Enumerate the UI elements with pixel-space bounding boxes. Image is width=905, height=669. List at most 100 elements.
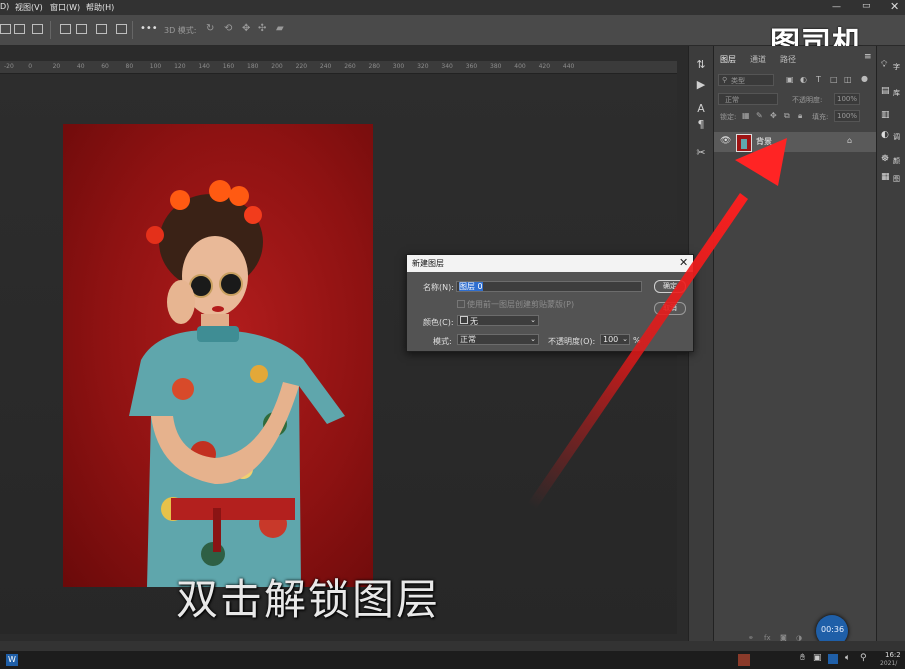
tray-app-icon[interactable]	[738, 654, 750, 666]
windows-taskbar: W ✋︎ ▣ 🔈︎ ⚲ 16:2 2021/	[0, 651, 905, 669]
right-panel-item-color[interactable]: 颜	[893, 156, 900, 166]
menu-item-help[interactable]: 帮助(H)	[86, 2, 114, 13]
filter-smart-icon[interactable]: ◫	[844, 75, 852, 84]
tab-paths[interactable]: 路径	[780, 54, 796, 65]
visibility-eye-icon[interactable]: 👁︎	[720, 136, 731, 146]
horizontal-ruler[interactable]: -20 0 20 40 60 80 100 120 140 160 180 200 220 240 260 2…	[0, 61, 677, 74]
network-icon[interactable]: ⚲	[860, 653, 867, 663]
3d-scale-icon[interactable]: ▰	[276, 23, 284, 34]
ruler-tick-label: 280	[368, 63, 380, 70]
adjustments-icon[interactable]: ▥	[881, 110, 890, 120]
distribute-horizontal-icon[interactable]	[116, 24, 127, 34]
filter-type-icon[interactable]: T	[816, 75, 821, 84]
layer-row-background[interactable]: 👁︎ 背景 ⌂	[714, 132, 876, 152]
close-window-icon[interactable]: ✕	[890, 0, 899, 13]
tray-word-icon[interactable]	[828, 654, 838, 664]
align-right-icon[interactable]	[32, 24, 43, 34]
search-icon: ⚲	[722, 76, 728, 84]
opacity-input[interactable]: 100 ⌄	[600, 334, 630, 345]
tab-channels[interactable]: 通道	[750, 54, 766, 65]
layer-lock-icon[interactable]: ⌂	[847, 136, 852, 145]
lock-image-icon[interactable]: ✎	[756, 111, 763, 120]
clock-time: 16:2	[885, 651, 901, 659]
lock-position-icon[interactable]: ✥	[770, 111, 777, 120]
3d-rotate-icon[interactable]: ↻	[206, 23, 214, 34]
more-options-icon[interactable]: •••	[140, 23, 158, 34]
actions-play-icon[interactable]: ▶	[694, 78, 708, 91]
filter-toggle-icon[interactable]: ●	[861, 74, 868, 83]
new-layer-dialog: 新建图层 ✕ 名称(N): 图层 0 使用前一图层创建剪贴蒙版(P) 颜色(C)…	[406, 254, 694, 352]
chevron-down-icon: ⌄	[530, 335, 536, 343]
adjust-contrast-icon[interactable]: ◐	[881, 130, 889, 140]
right-panel-item-swatch[interactable]: 图	[893, 174, 900, 184]
opacity-field[interactable]: 100%	[834, 93, 860, 105]
ruler-tick-label: 60	[101, 63, 109, 70]
lock-transparent-icon[interactable]: ▦	[742, 111, 750, 120]
menu-item-view[interactable]: 视图(V)	[15, 2, 43, 13]
ruler-tick-label: 160	[222, 63, 235, 70]
color-label: 颜色(C):	[423, 318, 454, 327]
fill-field[interactable]: 100%	[834, 110, 860, 122]
fill-label: 填充:	[812, 113, 829, 121]
ruler-tick-label: 340	[441, 63, 453, 70]
layer-name[interactable]: 背景	[756, 136, 772, 147]
lock-artboard-icon[interactable]: ⧉	[784, 111, 790, 121]
cancel-button[interactable]: 取消	[654, 302, 686, 315]
filter-pixel-icon[interactable]: ▣	[786, 75, 794, 84]
3d-drag-icon[interactable]: ✥	[242, 23, 250, 34]
3d-slide-icon[interactable]: ✣	[258, 23, 266, 34]
ruler-tick-label: 360	[465, 63, 478, 70]
tab-layers[interactable]: 图层	[720, 54, 736, 65]
menu-item-partial[interactable]: D)	[0, 2, 9, 11]
right-panel-item-library[interactable]: 库	[893, 88, 900, 98]
distribute-top-icon[interactable]	[60, 24, 71, 34]
color-icon[interactable]: ☸	[881, 154, 889, 164]
align-left-icon[interactable]	[0, 24, 11, 34]
blend-mode-select[interactable]: 正常	[718, 93, 778, 105]
subtitle-caption: 双击解锁图层	[176, 575, 441, 624]
paragraph-icon[interactable]: ¶	[694, 118, 708, 131]
ok-button[interactable]: 确定	[654, 280, 686, 293]
layer-name-input[interactable]: 图层 0	[456, 281, 642, 292]
learn-bulb-icon[interactable]: 💡︎	[881, 60, 887, 70]
volume-icon[interactable]: 🔈︎	[845, 653, 850, 663]
layer-filter-select[interactable]: ⚲ 类型	[718, 74, 774, 86]
minimize-icon[interactable]: —	[832, 2, 841, 12]
ruler-tick-label: 0	[28, 63, 33, 70]
ruler-tick-label: 300	[392, 63, 405, 70]
status-bar	[0, 641, 905, 651]
color-value: 无	[470, 317, 478, 326]
color-select[interactable]: 无 ⌄	[457, 315, 539, 326]
right-panel-item-adjust[interactable]: 调	[893, 132, 900, 142]
character-icon[interactable]: A	[694, 102, 708, 115]
ruler-tick-label: 380	[490, 63, 502, 70]
mode-select[interactable]: 正常 ⌄	[457, 334, 539, 345]
start-icon[interactable]: W	[6, 654, 18, 666]
lock-all-icon[interactable]: 🔒︎	[798, 111, 802, 121]
tool-presets-icon[interactable]: ✂	[694, 146, 708, 159]
dialog-close-icon[interactable]: ✕	[679, 256, 688, 269]
libraries-icon[interactable]: ▤	[881, 86, 890, 96]
tray-chat-icon[interactable]: ▣	[813, 653, 822, 663]
filter-shape-icon[interactable]: □	[830, 75, 838, 84]
chevron-down-icon: ⌄	[622, 335, 628, 343]
menu-bar: D) 视图(V) 窗口(W) 帮助(H)	[0, 0, 905, 15]
tray-hand-icon[interactable]: ✋︎	[800, 653, 805, 663]
menu-item-window[interactable]: 窗口(W)	[50, 2, 80, 13]
history-icon[interactable]: ⇅	[694, 58, 708, 71]
distribute-middle-icon[interactable]	[76, 24, 87, 34]
layers-panel: 图层 通道 路径 ≡ ⚲ 类型 ▣ ◐ T □ ◫ ● 正常 不透明度: 100…	[713, 46, 876, 642]
swatches-grid-icon[interactable]: ▦	[881, 172, 890, 182]
mode-label: 模式:	[433, 337, 452, 346]
filter-adjustment-icon[interactable]: ◐	[800, 75, 807, 84]
align-center-icon[interactable]	[14, 24, 25, 34]
ruler-tick-label: 320	[417, 63, 429, 70]
opacity-value: 100%	[837, 95, 858, 103]
document-image[interactable]	[63, 124, 373, 587]
clip-mask-checkbox[interactable]	[457, 300, 465, 308]
restore-icon[interactable]: ▭	[862, 1, 871, 11]
3d-roll-icon[interactable]: ⟲	[224, 23, 232, 34]
right-panel-item-char[interactable]: 字	[893, 62, 900, 72]
panel-menu-icon[interactable]: ≡	[864, 52, 872, 62]
distribute-bottom-icon[interactable]	[96, 24, 107, 34]
